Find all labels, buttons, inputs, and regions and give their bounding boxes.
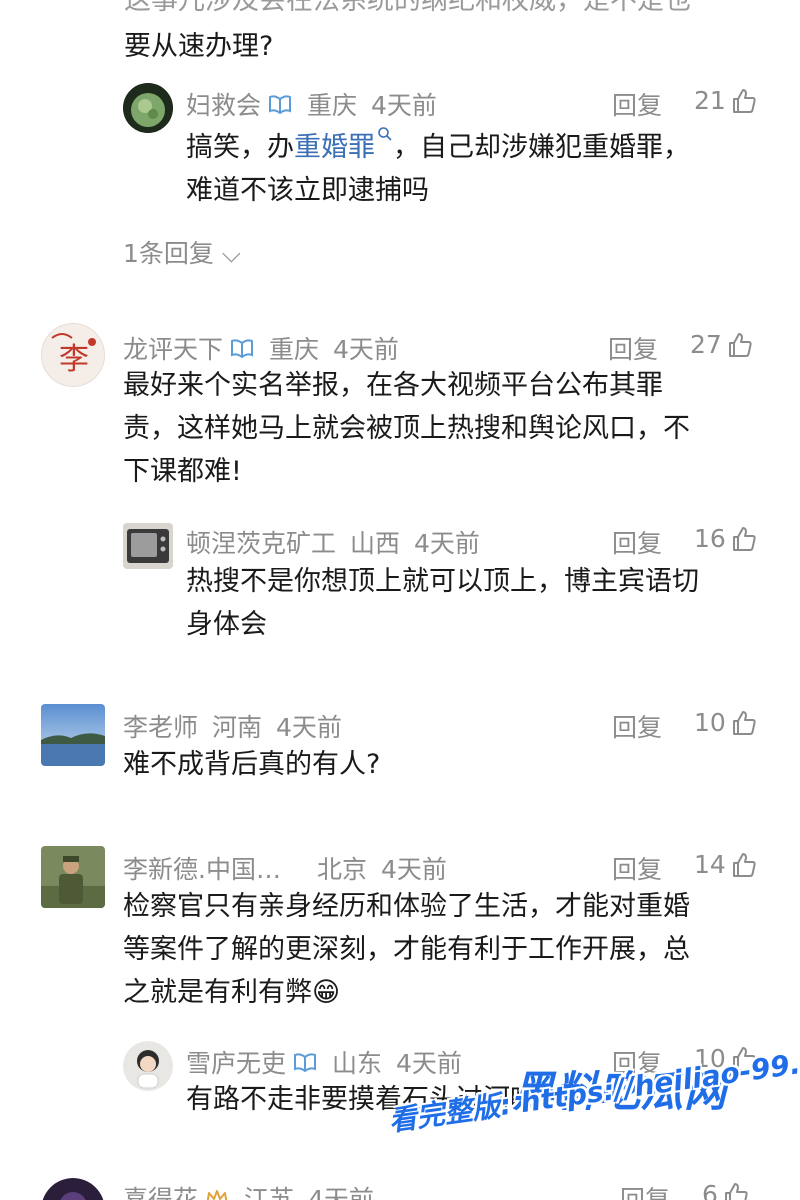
timestamp: 4天前 (308, 1185, 374, 1200)
search-link[interactable]: 重婚罪 (294, 127, 393, 163)
book-badge-icon (229, 337, 255, 359)
username[interactable]: 龙评天下 (123, 330, 223, 366)
previous-comment-text: 这事儿涉及会在法系统的纲纪和权威，是不是也 要从速办理? (124, 0, 764, 70)
like-button[interactable]: 16 (694, 524, 758, 553)
like-button[interactable]: 14 (694, 850, 758, 879)
moss-ball-avatar[interactable] (123, 83, 173, 133)
more-replies-button[interactable]: 1条回复 ⌵ (123, 234, 241, 270)
timestamp: 4天前 (396, 1049, 462, 1078)
reply-button[interactable]: 回复 (612, 524, 662, 560)
dark-avatar[interactable] (41, 1178, 105, 1200)
like-button[interactable]: 6 (702, 1180, 750, 1200)
location: 河南 (212, 713, 263, 742)
reply-button[interactable]: 回复 (612, 850, 662, 886)
comment-text: 热搜不是你想顶上就可以顶上，博主宾语切 身体会 (186, 566, 699, 640)
previous-comment-line-1: 这事儿涉及会在法系统的纲纪和权威，是不是也 (124, 0, 691, 16)
location: 北京 (316, 855, 367, 884)
like-count: 10 (694, 1044, 726, 1073)
comment-meta: 龙评天下 重庆 4天前 (123, 330, 399, 366)
timestamp: 4天前 (371, 91, 437, 120)
like-count: 16 (694, 524, 726, 553)
like-count: 14 (694, 850, 726, 879)
comment-meta: 李老师 河南 4天前 (123, 708, 342, 744)
username[interactable]: 李新德.中国… (123, 850, 281, 886)
timestamp: 4天前 (380, 855, 447, 884)
username[interactable]: 喜得花 (123, 1180, 198, 1200)
comment-meta: 妇救会 重庆 4天前 (186, 86, 437, 122)
thumb-up-icon (732, 88, 756, 113)
soldier-photo-avatar[interactable] (41, 846, 105, 908)
username[interactable]: 李老师 (123, 708, 198, 744)
like-button[interactable]: 10 (694, 708, 758, 737)
calligraphy-li-avatar[interactable]: 李 (41, 323, 105, 387)
search-icon (378, 127, 392, 141)
like-count: 27 (690, 330, 722, 359)
comment-text: 检察官只有亲身经历和体验了生活，才能对重婚 等案件了解的更深刻，才能有利于工作开… (123, 891, 690, 1008)
thumb-up-icon (732, 852, 756, 877)
reply-button[interactable]: 回复 (612, 1044, 662, 1080)
svg-text:李: 李 (59, 342, 89, 377)
reply-button[interactable]: 回复 (612, 708, 662, 744)
comment-meta: 雪庐无吏 山东 4天前 (186, 1044, 462, 1080)
reply-button[interactable]: 回复 (620, 1180, 670, 1200)
like-count: 6 (702, 1180, 718, 1200)
location: 重庆 (269, 335, 320, 364)
comment-text: 搞笑，办重婚罪 ，自己却涉嫌犯重婚罪， 难道不该立即逮捕吗 (186, 126, 766, 212)
like-button[interactable]: 27 (690, 330, 754, 359)
like-count: 10 (694, 708, 726, 737)
thumb-up-icon (724, 1182, 748, 1200)
comment-meta: 顿涅茨克矿工 山西 4天前 (186, 524, 480, 560)
thumb-up-icon (732, 1046, 756, 1071)
timestamp: 4天前 (414, 529, 480, 558)
comment-text: 有路不走非要摸着石头过河吗 (186, 1084, 537, 1115)
like-count: 21 (694, 86, 726, 115)
thumb-up-icon (732, 526, 756, 551)
like-button[interactable]: 21 (694, 86, 758, 115)
cartoon-avatar[interactable] (123, 1041, 173, 1091)
reply-button[interactable]: 回复 (612, 86, 662, 122)
thumb-up-icon (732, 710, 756, 735)
comment-meta: 喜得花 江苏 4天前 (123, 1180, 374, 1200)
lake-landscape-avatar[interactable] (41, 704, 105, 766)
comment-text: 最好来个实名举报，在各大视频平台公布其罪 责，这样她马上就会被顶上热搜和舆论风口… (123, 370, 690, 487)
like-button[interactable]: 10 (694, 1044, 758, 1073)
timestamp: 4天前 (333, 335, 399, 364)
reply-button[interactable]: 回复 (608, 330, 658, 366)
old-tv-avatar[interactable] (123, 523, 173, 569)
username[interactable]: 妇救会 (186, 86, 261, 122)
comment-text: 难不成背后真的有人? (123, 749, 381, 780)
previous-comment-line-2: 要从速办理? (124, 31, 274, 62)
timestamp: 4天前 (276, 713, 342, 742)
location: 山西 (350, 529, 401, 558)
thumb-up-icon (728, 332, 752, 357)
username[interactable]: 顿涅茨克矿工 (186, 524, 336, 560)
book-badge-icon (292, 1051, 318, 1073)
location: 江苏 (244, 1185, 295, 1200)
username[interactable]: 雪庐无吏 (186, 1044, 286, 1080)
book-badge-icon (267, 93, 293, 115)
comment-meta: 李新德.中国… 北京 4天前 (123, 850, 447, 886)
crown-badge-icon (204, 1187, 230, 1200)
location: 山东 (332, 1049, 383, 1078)
location: 重庆 (307, 91, 358, 120)
